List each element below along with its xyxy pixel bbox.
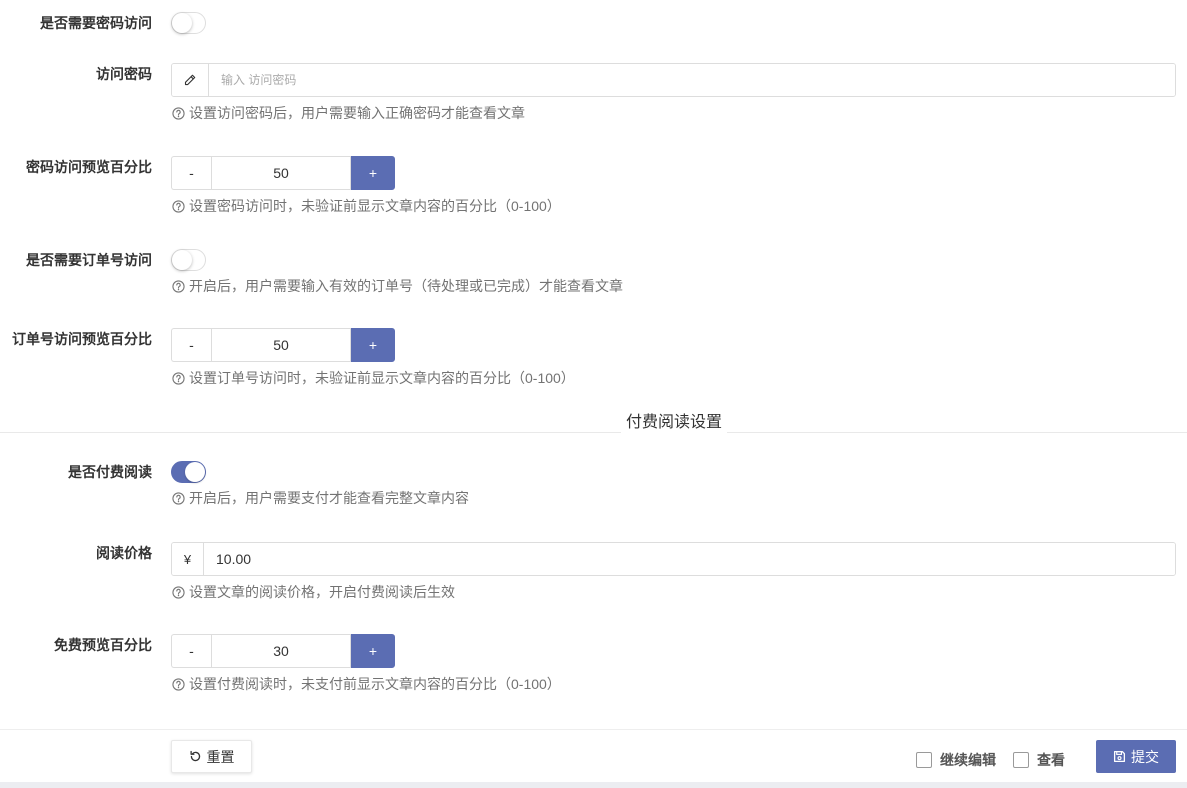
order-preview-row: 订单号访问预览百分比 - + 设置订单号访问时，未验证前显示文章内容的百分比（0… bbox=[0, 328, 1187, 388]
order-preview-stepper: - + bbox=[171, 328, 395, 362]
pencil-icon bbox=[172, 64, 209, 96]
password-required-toggle[interactable] bbox=[171, 12, 206, 34]
order-required-label: 是否需要订单号访问 bbox=[26, 252, 152, 268]
question-circle-icon bbox=[172, 279, 185, 293]
read-price-label: 阅读价格 bbox=[96, 545, 152, 561]
decrement-button[interactable]: - bbox=[171, 634, 211, 668]
view-checkbox[interactable]: 查看 bbox=[1013, 751, 1065, 769]
free-preview-help: 设置付费阅读时，未支付前显示文章内容的百分比（0-100） bbox=[172, 674, 561, 694]
free-preview-row: 免费预览百分比 - + 设置付费阅读时，未支付前显示文章内容的百分比（0-100… bbox=[0, 634, 1187, 694]
submit-button[interactable]: 提交 bbox=[1096, 740, 1176, 773]
reset-button[interactable]: 重置 bbox=[171, 740, 252, 773]
paid-reading-toggle[interactable] bbox=[171, 461, 206, 483]
question-circle-icon bbox=[172, 585, 185, 599]
question-circle-icon bbox=[172, 106, 185, 120]
save-icon bbox=[1113, 750, 1126, 763]
order-required-toggle[interactable] bbox=[171, 249, 206, 271]
access-password-input[interactable] bbox=[209, 64, 1175, 96]
reset-button-label: 重置 bbox=[206, 748, 235, 765]
paid-reading-row: 是否付费阅读 开启后，用户需要支付才能查看完整文章内容 bbox=[0, 461, 1187, 521]
password-preview-help: 设置密码访问时，未验证前显示文章内容的百分比（0-100） bbox=[172, 196, 561, 216]
question-circle-icon bbox=[172, 491, 185, 505]
submit-button-label: 提交 bbox=[1131, 748, 1159, 765]
free-preview-input[interactable] bbox=[211, 634, 351, 668]
checkbox-box[interactable] bbox=[1013, 752, 1029, 768]
help-text: 设置密码访问时，未验证前显示文章内容的百分比（0-100） bbox=[189, 198, 561, 214]
free-preview-stepper: - + bbox=[171, 634, 395, 668]
order-preview-input[interactable] bbox=[211, 328, 351, 362]
question-circle-icon bbox=[172, 371, 185, 385]
currency-prefix: ¥ bbox=[172, 543, 204, 575]
paid-reading-section-title: 付费阅读设置 bbox=[621, 412, 727, 434]
password-preview-label: 密码访问预览百分比 bbox=[26, 159, 152, 175]
view-label: 查看 bbox=[1037, 752, 1065, 768]
toggle-knob bbox=[172, 13, 192, 33]
help-text: 设置访问密码后，用户需要输入正确密码才能查看文章 bbox=[189, 105, 525, 121]
order-required-help: 开启后，用户需要输入有效的订单号（待处理或已完成）才能查看文章 bbox=[172, 276, 623, 296]
page-bottom-edge bbox=[0, 782, 1187, 788]
help-text: 开启后，用户需要支付才能查看完整文章内容 bbox=[189, 490, 469, 506]
increment-button[interactable]: + bbox=[351, 156, 395, 190]
order-preview-help: 设置订单号访问时，未验证前显示文章内容的百分比（0-100） bbox=[172, 368, 575, 388]
free-preview-label: 免费预览百分比 bbox=[54, 637, 152, 653]
decrement-button[interactable]: - bbox=[171, 156, 211, 190]
password-preview-stepper: - + bbox=[171, 156, 395, 190]
article-access-settings-form: 是否需要密码访问 访问密码 设置访问密码后，用户需要输入正确密码才能查看文章 bbox=[0, 0, 1187, 788]
password-required-label: 是否需要密码访问 bbox=[40, 15, 152, 31]
question-circle-icon bbox=[172, 199, 185, 213]
question-circle-icon bbox=[172, 677, 185, 691]
access-password-label: 访问密码 bbox=[96, 66, 152, 82]
footer-divider bbox=[0, 729, 1187, 730]
help-text: 设置文章的阅读价格，开启付费阅读后生效 bbox=[189, 584, 455, 600]
order-required-row: 是否需要订单号访问 开启后，用户需要输入有效的订单号（待处理或已完成）才能查看文… bbox=[0, 249, 1187, 309]
paid-reading-help: 开启后，用户需要支付才能查看完整文章内容 bbox=[172, 488, 469, 508]
order-preview-label: 订单号访问预览百分比 bbox=[12, 331, 152, 347]
refresh-icon bbox=[189, 750, 200, 762]
section-divider bbox=[0, 432, 1187, 433]
help-text: 设置订单号访问时，未验证前显示文章内容的百分比（0-100） bbox=[189, 370, 575, 386]
help-text: 开启后，用户需要输入有效的订单号（待处理或已完成）才能查看文章 bbox=[189, 278, 623, 294]
toggle-knob bbox=[185, 462, 205, 482]
read-price-row: 阅读价格 ¥ 设置文章的阅读价格，开启付费阅读后生效 bbox=[0, 542, 1187, 602]
access-password-help: 设置访问密码后，用户需要输入正确密码才能查看文章 bbox=[172, 103, 525, 123]
read-price-input-group: ¥ bbox=[171, 542, 1176, 576]
access-password-row: 访问密码 设置访问密码后，用户需要输入正确密码才能查看文章 bbox=[0, 63, 1187, 123]
continue-edit-label: 继续编辑 bbox=[940, 752, 996, 768]
read-price-help: 设置文章的阅读价格，开启付费阅读后生效 bbox=[172, 582, 455, 602]
toggle-knob bbox=[172, 250, 192, 270]
read-price-input[interactable] bbox=[204, 543, 1175, 575]
password-preview-input[interactable] bbox=[211, 156, 351, 190]
password-preview-row: 密码访问预览百分比 - + 设置密码访问时，未验证前显示文章内容的百分比（0-1… bbox=[0, 156, 1187, 216]
increment-button[interactable]: + bbox=[351, 328, 395, 362]
help-text: 设置付费阅读时，未支付前显示文章内容的百分比（0-100） bbox=[189, 676, 561, 692]
continue-edit-checkbox[interactable]: 继续编辑 bbox=[916, 751, 996, 769]
increment-button[interactable]: + bbox=[351, 634, 395, 668]
paid-reading-label: 是否付费阅读 bbox=[68, 464, 152, 480]
access-password-input-group bbox=[171, 63, 1176, 97]
decrement-button[interactable]: - bbox=[171, 328, 211, 362]
checkbox-box[interactable] bbox=[916, 752, 932, 768]
